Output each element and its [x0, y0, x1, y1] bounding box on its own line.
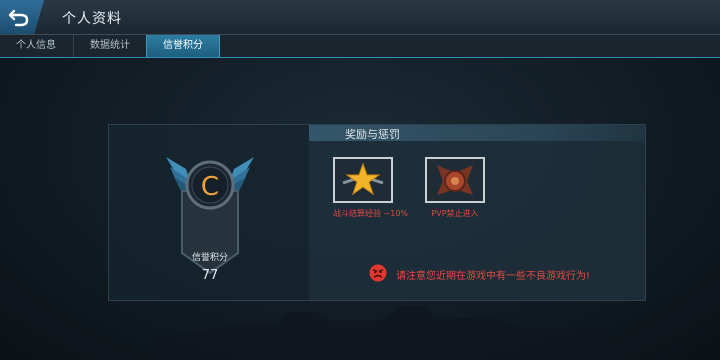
- credit-score-label: 信誉积分: [191, 253, 228, 263]
- credit-panel: C 信誉积分 77 奖励与惩罚 战斗结算经验 −10% PVP禁止进入 请注意您…: [108, 124, 646, 301]
- rewards-section-header: 奖励与惩罚: [309, 125, 645, 141]
- back-arrow-icon: [8, 9, 29, 27]
- warning-text: 请注意您近期在游戏中有一些不良游戏行为!: [396, 271, 591, 282]
- page-title: 个人资料: [62, 11, 122, 27]
- pvp-ban-emblem-icon: [437, 165, 473, 195]
- tab-bar: 个人信息 数据统计 信誉积分: [0, 35, 720, 58]
- credit-score-area: C 信誉积分 77: [109, 125, 307, 300]
- angry-face-icon: [369, 264, 387, 282]
- tab-data-stats[interactable]: 数据统计: [73, 35, 146, 57]
- reward-icon-frame: [425, 157, 485, 203]
- reward-icon-frame: [333, 157, 393, 203]
- back-button[interactable]: [0, 0, 44, 34]
- gold-star-icon: [342, 162, 384, 196]
- credit-score-value: 77: [201, 268, 219, 283]
- rewards-section-title: 奖励与惩罚: [345, 128, 400, 141]
- background-ship-silhouette: [150, 306, 610, 360]
- credit-grade-letter: C: [201, 172, 219, 202]
- reward-item-pvp-ban[interactable]: PVP禁止进入: [425, 157, 485, 219]
- tab-credit-score[interactable]: 信誉积分: [146, 35, 220, 57]
- reward-caption-pvp: PVP禁止进入: [431, 209, 479, 218]
- credit-badge: C 信誉积分 77: [164, 155, 256, 283]
- reward-item-exp-penalty[interactable]: 战斗结算经验 −10%: [333, 157, 409, 219]
- top-header: 个人资料: [0, 0, 720, 35]
- tab-personal-info[interactable]: 个人信息: [0, 35, 72, 57]
- reward-caption-exp: 战斗结算经验 −10%: [333, 209, 409, 218]
